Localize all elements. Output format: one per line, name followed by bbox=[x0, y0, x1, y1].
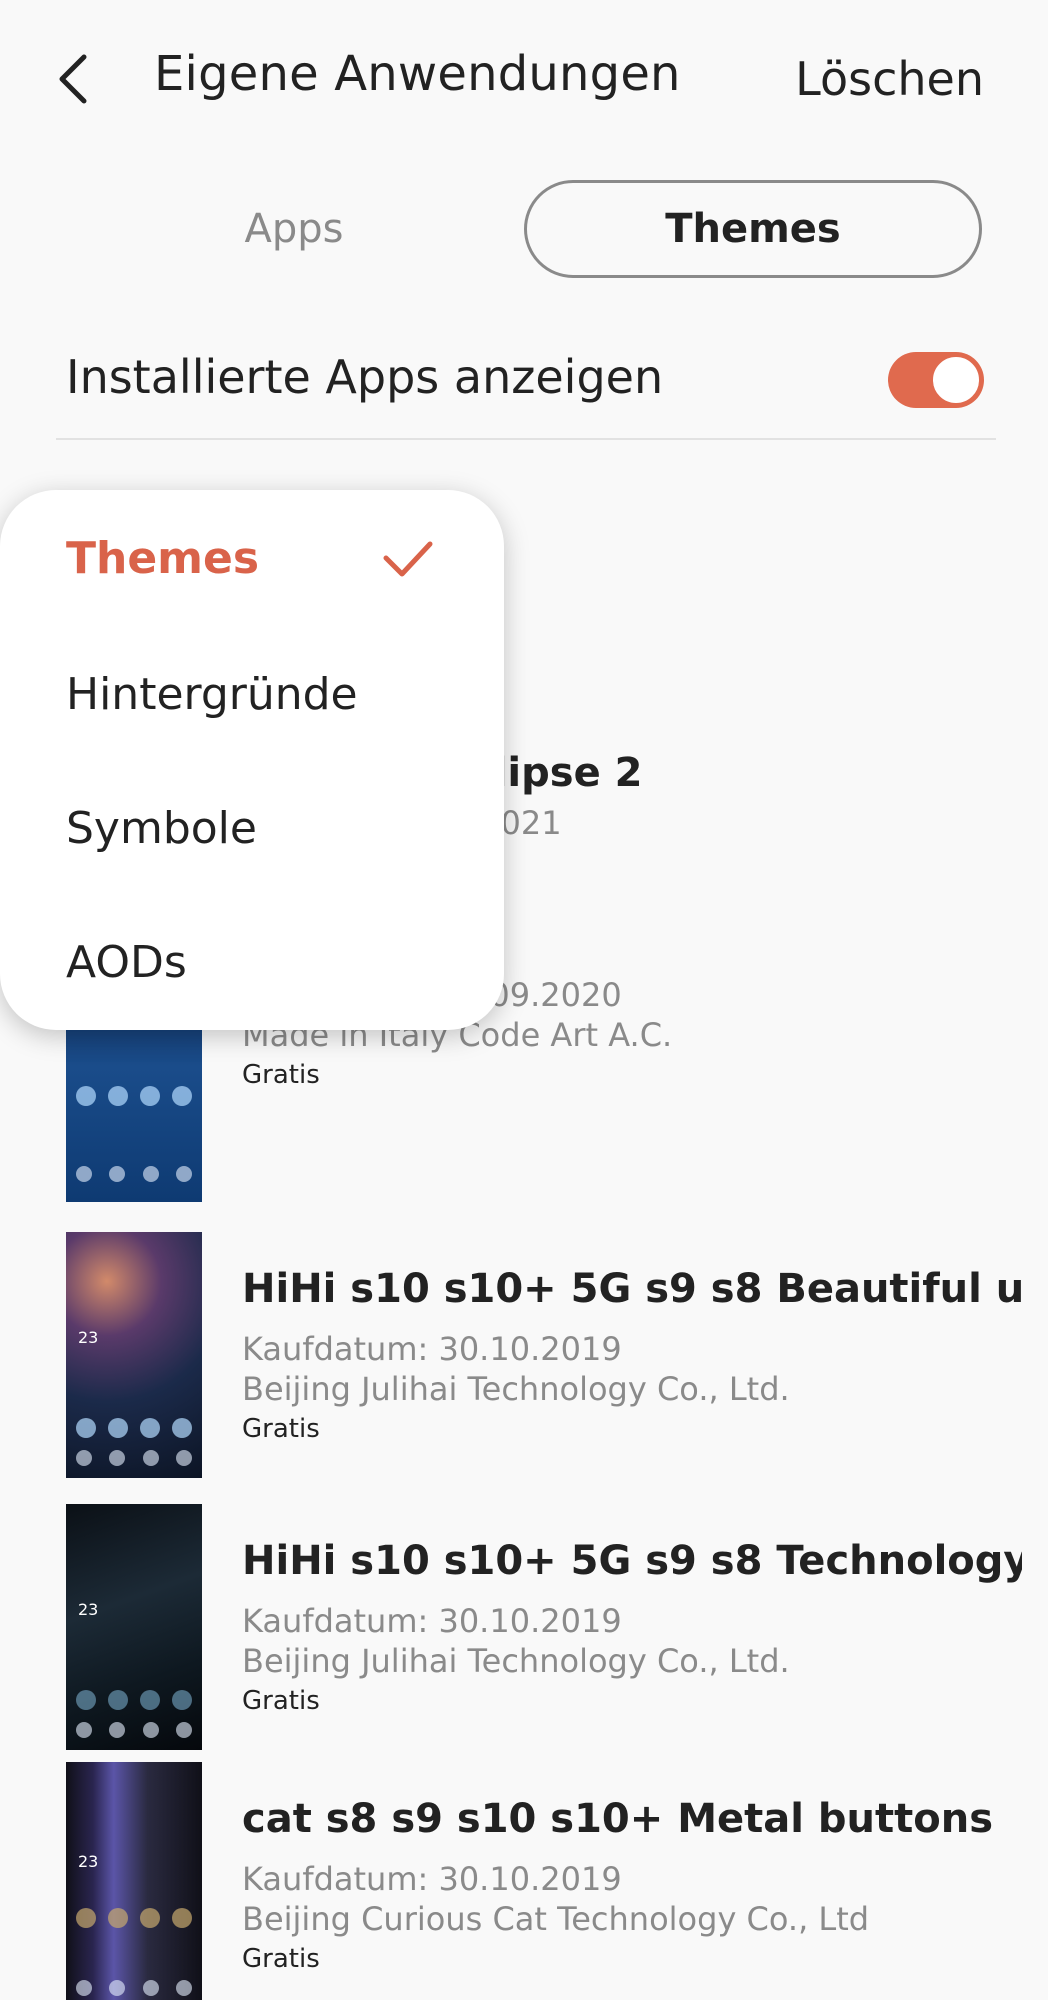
tab-bar: Apps Themes bbox=[0, 180, 1048, 280]
thumbnail-clock: 23 bbox=[78, 1852, 99, 1871]
item-price: Gratis bbox=[242, 1944, 320, 1974]
item-price: Gratis bbox=[242, 1414, 320, 1444]
installed-apps-switch[interactable] bbox=[888, 352, 984, 408]
installed-apps-toggle-row: Installierte Apps anzeigen bbox=[56, 340, 996, 440]
tab-themes[interactable]: Themes bbox=[524, 180, 982, 278]
switch-knob bbox=[930, 354, 982, 406]
chevron-left-icon bbox=[59, 54, 87, 104]
list-item[interactable]: 23 cat s8 s9 s10 s10+ Metal buttons Kauf… bbox=[66, 1762, 1006, 2000]
delete-button[interactable]: Löschen bbox=[795, 52, 984, 106]
item-price: Gratis bbox=[242, 1686, 320, 1716]
dropdown-item-label: Themes bbox=[66, 532, 260, 584]
tab-apps[interactable]: Apps bbox=[66, 180, 522, 278]
dropdown-item-icons[interactable]: Symbole bbox=[66, 788, 466, 868]
dropdown-item-backgrounds[interactable]: Hintergründe bbox=[66, 654, 466, 734]
checkmark-icon bbox=[383, 541, 433, 577]
item-date: Kaufdatum: 30.10.2019 bbox=[242, 1330, 622, 1368]
back-button[interactable] bbox=[44, 44, 104, 114]
theme-thumbnail: 23 bbox=[66, 1504, 202, 1750]
item-developer: Beijing Julihai Technology Co., Ltd. bbox=[242, 1642, 790, 1680]
thumbnail-clock: 23 bbox=[78, 1600, 99, 1619]
page-title: Eigene Anwendungen bbox=[154, 46, 681, 102]
theme-thumbnail: 23 bbox=[66, 1762, 202, 2000]
dropdown-item-aods[interactable]: AODs bbox=[66, 922, 466, 1002]
list-item[interactable]: 23 HiHi s10 s10+ 5G s9 s8 Beautiful univ… bbox=[66, 1232, 1022, 1478]
item-title: HiHi s10 s10+ 5G s9 s8 Technology 3... bbox=[242, 1538, 1022, 1584]
item-title: cat s8 s9 s10 s10+ Metal buttons bbox=[242, 1796, 993, 1842]
item-title: HiHi s10 s10+ 5G s9 s8 Beautiful univ... bbox=[242, 1266, 1022, 1312]
item-developer: Beijing Julihai Technology Co., Ltd. bbox=[242, 1370, 790, 1408]
list-item[interactable]: 23 HiHi s10 s10+ 5G s9 s8 Technology 3..… bbox=[66, 1504, 1022, 1750]
dropdown-item-label: AODs bbox=[66, 936, 187, 988]
dropdown-item-label: Symbole bbox=[66, 802, 257, 854]
item-developer: Beijing Curious Cat Technology Co., Ltd bbox=[242, 1900, 870, 1938]
app-header: Eigene Anwendungen Löschen bbox=[0, 0, 1048, 150]
item-title: clipse 2 bbox=[470, 750, 643, 796]
theme-thumbnail: 23 bbox=[66, 1232, 202, 1478]
toggle-label: Installierte Apps anzeigen bbox=[66, 350, 664, 404]
dropdown-item-label: Hintergründe bbox=[66, 668, 358, 720]
dropdown-item-themes[interactable]: Themes bbox=[66, 518, 466, 598]
item-date: Kaufdatum: 30.10.2019 bbox=[242, 1860, 622, 1898]
item-date: Kaufdatum: 30.10.2019 bbox=[242, 1602, 622, 1640]
item-price: Gratis bbox=[242, 1060, 320, 1090]
thumbnail-clock: 23 bbox=[78, 1328, 99, 1347]
